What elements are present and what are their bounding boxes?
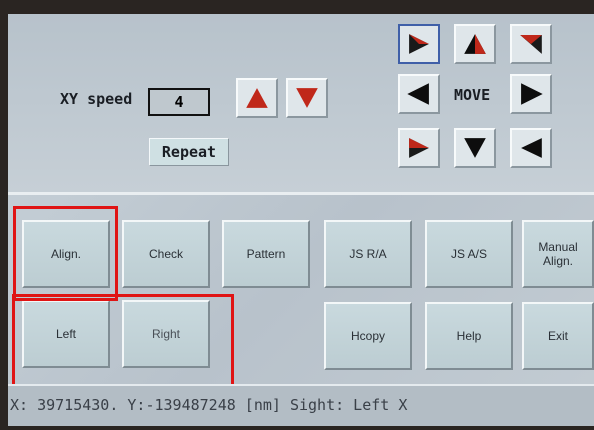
arrow-diagonal-icon bbox=[409, 34, 429, 54]
move-up-button[interactable] bbox=[454, 24, 496, 64]
exit-button[interactable]: Exit bbox=[522, 302, 594, 370]
highlight-left-right bbox=[12, 294, 234, 390]
move-down-left-button[interactable] bbox=[398, 128, 440, 168]
move-left-button[interactable] bbox=[398, 74, 440, 114]
status-text: X: 39715430. Y:-139487248 [nm] Sight: Le… bbox=[10, 396, 408, 414]
app-screen: XY speed 4 Repeat MOVE Align. Check Patt… bbox=[8, 14, 594, 426]
arrow-diagonal-icon bbox=[520, 35, 542, 54]
arrow-up-icon bbox=[464, 34, 486, 54]
status-bar: X: 39715430. Y:-139487248 [nm] Sight: Le… bbox=[8, 384, 594, 426]
xy-speed-label: XY speed bbox=[60, 90, 133, 108]
arrow-down-icon bbox=[464, 138, 486, 158]
arrow-down-icon bbox=[296, 88, 318, 108]
arrow-diagonal-icon bbox=[409, 138, 429, 158]
move-label: MOVE bbox=[454, 86, 491, 104]
move-down-button[interactable] bbox=[454, 128, 496, 168]
divider bbox=[8, 192, 594, 195]
arrow-left-icon bbox=[407, 83, 429, 105]
check-button[interactable]: Check bbox=[122, 220, 210, 288]
hcopy-button[interactable]: Hcopy bbox=[324, 302, 412, 370]
arrow-diagonal-icon bbox=[521, 138, 542, 158]
arrow-up-icon bbox=[246, 88, 268, 108]
help-button[interactable]: Help bbox=[425, 302, 513, 370]
js-ra-button[interactable]: JS R/A bbox=[324, 220, 412, 288]
move-right-button[interactable] bbox=[510, 74, 552, 114]
js-as-button[interactable]: JS A/S bbox=[425, 220, 513, 288]
manual-align-button[interactable]: Manual Align. bbox=[522, 220, 594, 288]
arrow-right-icon bbox=[521, 83, 543, 105]
highlight-align bbox=[13, 206, 118, 301]
move-down-right-button[interactable] bbox=[510, 128, 552, 168]
repeat-button[interactable]: Repeat bbox=[149, 138, 229, 166]
move-up-left-button[interactable] bbox=[398, 24, 440, 64]
speed-down-button[interactable] bbox=[286, 78, 328, 118]
speed-up-button[interactable] bbox=[236, 78, 278, 118]
control-panel: XY speed 4 Repeat MOVE bbox=[8, 14, 594, 192]
pattern-button[interactable]: Pattern bbox=[222, 220, 310, 288]
move-up-right-button[interactable] bbox=[510, 24, 552, 64]
xy-speed-field[interactable]: 4 bbox=[148, 88, 210, 116]
